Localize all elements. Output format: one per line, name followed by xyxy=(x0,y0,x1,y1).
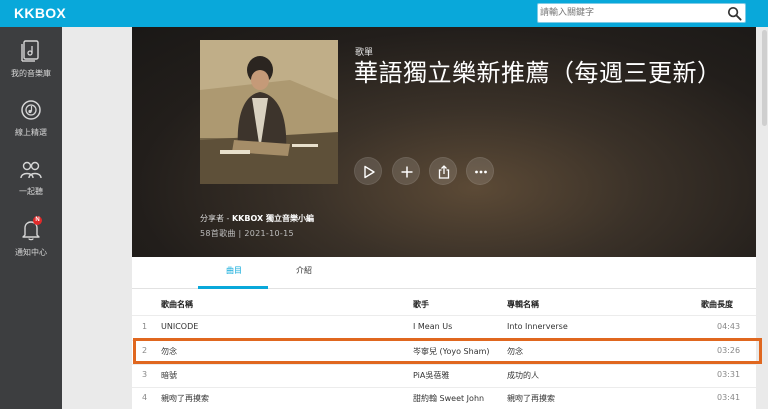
row-divider xyxy=(132,387,756,388)
search-icon[interactable] xyxy=(727,6,742,21)
sharer-name[interactable]: KKBOX 獨立音樂小編 xyxy=(232,214,314,223)
music-library-icon xyxy=(21,40,39,62)
sidebar-item-label: 一起聽 xyxy=(19,187,43,196)
track-title[interactable]: UNICODE xyxy=(161,322,198,331)
track-artist[interactable]: PiA吳蓓雅 xyxy=(413,370,449,381)
featured-icon xyxy=(21,100,41,120)
sidebar-item-label: 線上精選 xyxy=(15,128,47,137)
sidebar-item-library[interactable]: 我的音樂庫 xyxy=(0,40,62,79)
sidebar: 我的音樂庫 線上精選 一起聽 N 通知中心 xyxy=(0,27,62,409)
track-number: 4 xyxy=(142,393,148,402)
header-song[interactable]: 歌曲名稱 xyxy=(161,299,193,310)
active-tab-indicator xyxy=(198,286,268,289)
header-divider xyxy=(132,315,756,316)
track-album[interactable]: 親吻了再摸索 xyxy=(507,393,555,404)
share-icon xyxy=(438,165,450,179)
track-album[interactable]: Into Innerverse xyxy=(507,322,568,331)
sharer-prefix: 分享者 - xyxy=(200,214,232,223)
playlist-cover-image[interactable] xyxy=(200,40,338,184)
highlighted-row-outline xyxy=(133,338,762,364)
track-artist[interactable]: 甜約翰 Sweet John xyxy=(413,393,484,404)
track-number: 1 xyxy=(142,322,148,331)
track-duration: 04:43 xyxy=(717,322,741,331)
track-number: 3 xyxy=(142,370,148,379)
share-button[interactable] xyxy=(429,157,457,185)
track-duration: 03:41 xyxy=(717,393,741,402)
sharer-info: 分享者 - KKBOX 獨立音樂小編 xyxy=(200,213,314,224)
top-bar: KKBOX xyxy=(0,0,768,27)
tab-intro[interactable]: 介紹 xyxy=(296,265,312,276)
search-box[interactable] xyxy=(537,3,746,23)
more-icon xyxy=(475,170,487,174)
tab-tracks[interactable]: 曲目 xyxy=(226,265,242,276)
playlist-meta: 58首歌曲 | 2021-10-15 xyxy=(200,229,294,238)
track-artist[interactable]: I Mean Us xyxy=(413,322,452,331)
scrollbar[interactable] xyxy=(762,30,767,126)
sidebar-item-featured[interactable]: 線上精選 xyxy=(0,99,62,138)
track-duration: 03:31 xyxy=(717,370,741,379)
add-button[interactable] xyxy=(392,157,420,185)
search-input[interactable] xyxy=(540,5,720,21)
track-title[interactable]: 親吻了再摸索 xyxy=(161,393,209,404)
sidebar-item-notifications[interactable]: N 通知中心 xyxy=(0,216,62,258)
sidebar-item-listen-together[interactable]: 一起聽 xyxy=(0,160,62,197)
header-album[interactable]: 專輯名稱 xyxy=(507,299,539,310)
row-divider xyxy=(132,364,756,365)
track-title[interactable]: 暗號 xyxy=(161,370,177,381)
playlist-type-label: 歌單 xyxy=(355,48,374,58)
playlist-title: 華語獨立樂新推薦（每週三更新） xyxy=(354,59,722,87)
listen-together-icon xyxy=(20,161,42,179)
notification-badge: N xyxy=(33,216,42,225)
track-album[interactable]: 成功的人 xyxy=(507,370,539,381)
play-icon xyxy=(364,165,375,179)
more-button[interactable] xyxy=(466,157,494,185)
sidebar-item-label: 通知中心 xyxy=(15,248,47,257)
header-duration[interactable]: 歌曲長度 xyxy=(701,299,733,310)
play-button[interactable] xyxy=(354,157,382,185)
left-gutter xyxy=(62,27,132,409)
sidebar-item-label: 我的音樂庫 xyxy=(11,69,51,78)
kkbox-logo[interactable]: KKBOX xyxy=(14,5,66,21)
header-artist[interactable]: 歌手 xyxy=(413,299,429,310)
plus-icon xyxy=(401,166,413,178)
